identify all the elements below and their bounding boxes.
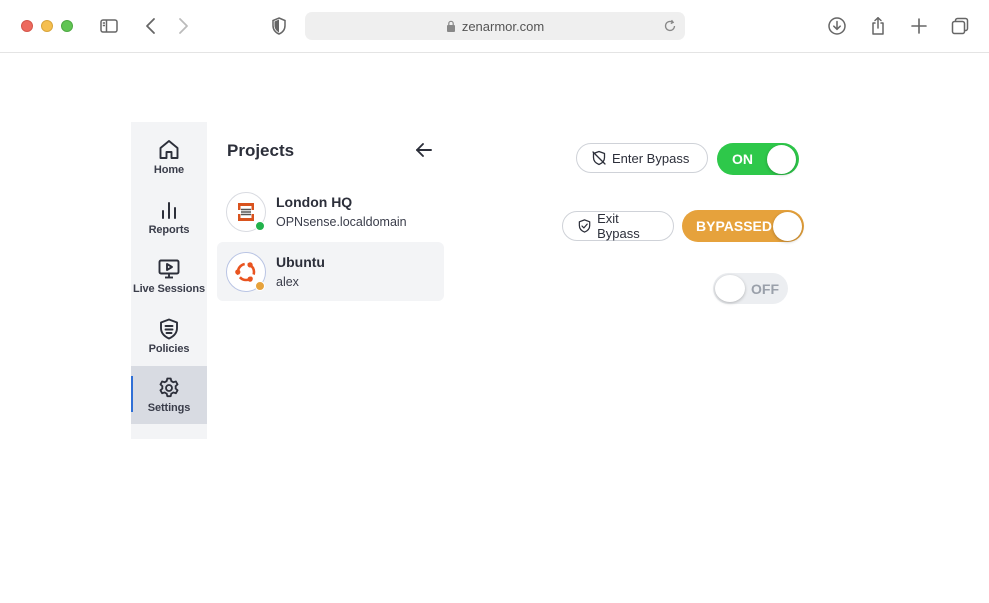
tabs-overview-icon[interactable]: [948, 14, 972, 38]
enter-bypass-button[interactable]: Enter Bypass: [576, 143, 708, 173]
shield-check-icon: [578, 219, 591, 233]
project-name: London HQ: [276, 194, 353, 210]
monitor-play-icon: [158, 259, 180, 279]
zoom-window-button[interactable]: [61, 20, 73, 32]
close-window-button[interactable]: [21, 20, 33, 32]
sidebar-item-label: Live Sessions: [132, 283, 206, 295]
project-item-london-hq[interactable]: London HQ OPNsense.localdomain: [217, 182, 444, 241]
toggle-off[interactable]: OFF: [713, 273, 788, 304]
project-item-ubuntu[interactable]: Ubuntu alex: [217, 242, 444, 301]
projects-title: Projects: [227, 141, 295, 160]
gear-icon: [159, 377, 179, 398]
sidebar-item-label: Settings: [147, 402, 191, 414]
share-icon[interactable]: [866, 14, 890, 38]
bar-chart-icon: [162, 202, 176, 219]
enter-bypass-label: Enter Bypass: [612, 150, 690, 166]
sidebar-item-reports[interactable]: Reports: [131, 188, 207, 246]
shield-icon[interactable]: [267, 14, 291, 38]
toggle-on-label: ON: [732, 151, 753, 167]
sidebar-item-home[interactable]: Home: [131, 128, 207, 186]
project-name: Ubuntu: [276, 254, 325, 270]
download-icon[interactable]: [825, 14, 849, 38]
sidebar-item-label: Reports: [148, 224, 190, 236]
toggle-knob: [773, 212, 802, 241]
sidebar-item-settings[interactable]: Settings: [131, 366, 207, 424]
toggle-off-label: OFF: [751, 280, 779, 297]
minimize-window-button[interactable]: [41, 20, 53, 32]
sidebar-toggle-icon[interactable]: [97, 14, 121, 38]
exit-bypass-button[interactable]: Exit Bypass: [562, 211, 674, 241]
sidebar-item-label: Home: [153, 164, 185, 176]
reload-icon[interactable]: [663, 19, 677, 33]
address-bar[interactable]: zenarmor.com: [305, 12, 685, 40]
project-subtitle: OPNsense.localdomain: [276, 215, 407, 229]
toggle-on[interactable]: ON: [717, 143, 799, 175]
forward-icon[interactable]: [171, 14, 195, 38]
toggle-bypassed[interactable]: BYPASSED: [682, 210, 804, 242]
url-text: zenarmor.com: [461, 18, 545, 34]
home-icon: [159, 140, 179, 159]
policy-shield-icon: [160, 318, 178, 340]
toggle-knob: [767, 145, 796, 174]
exit-bypass-label: Exit Bypass: [597, 211, 640, 241]
sidebar: Home Reports Live Sessions Policies Sett…: [131, 122, 207, 439]
toggle-knob: [715, 275, 745, 302]
sidebar-item-label: Policies: [148, 343, 190, 355]
new-tab-icon[interactable]: [907, 14, 931, 38]
sidebar-item-live-sessions[interactable]: Live Sessions: [131, 247, 207, 305]
project-subtitle: alex: [276, 275, 299, 289]
back-arrow-icon[interactable]: [413, 139, 435, 161]
status-dot-bypassed: [255, 281, 265, 291]
shield-off-icon: [592, 150, 606, 166]
lock-icon: [446, 20, 455, 32]
status-dot-online: [255, 221, 265, 231]
back-icon[interactable]: [139, 14, 163, 38]
browser-toolbar: zenarmor.com: [0, 0, 989, 53]
sidebar-item-policies[interactable]: Policies: [131, 307, 207, 365]
toggle-bypassed-label: BYPASSED: [696, 218, 772, 234]
